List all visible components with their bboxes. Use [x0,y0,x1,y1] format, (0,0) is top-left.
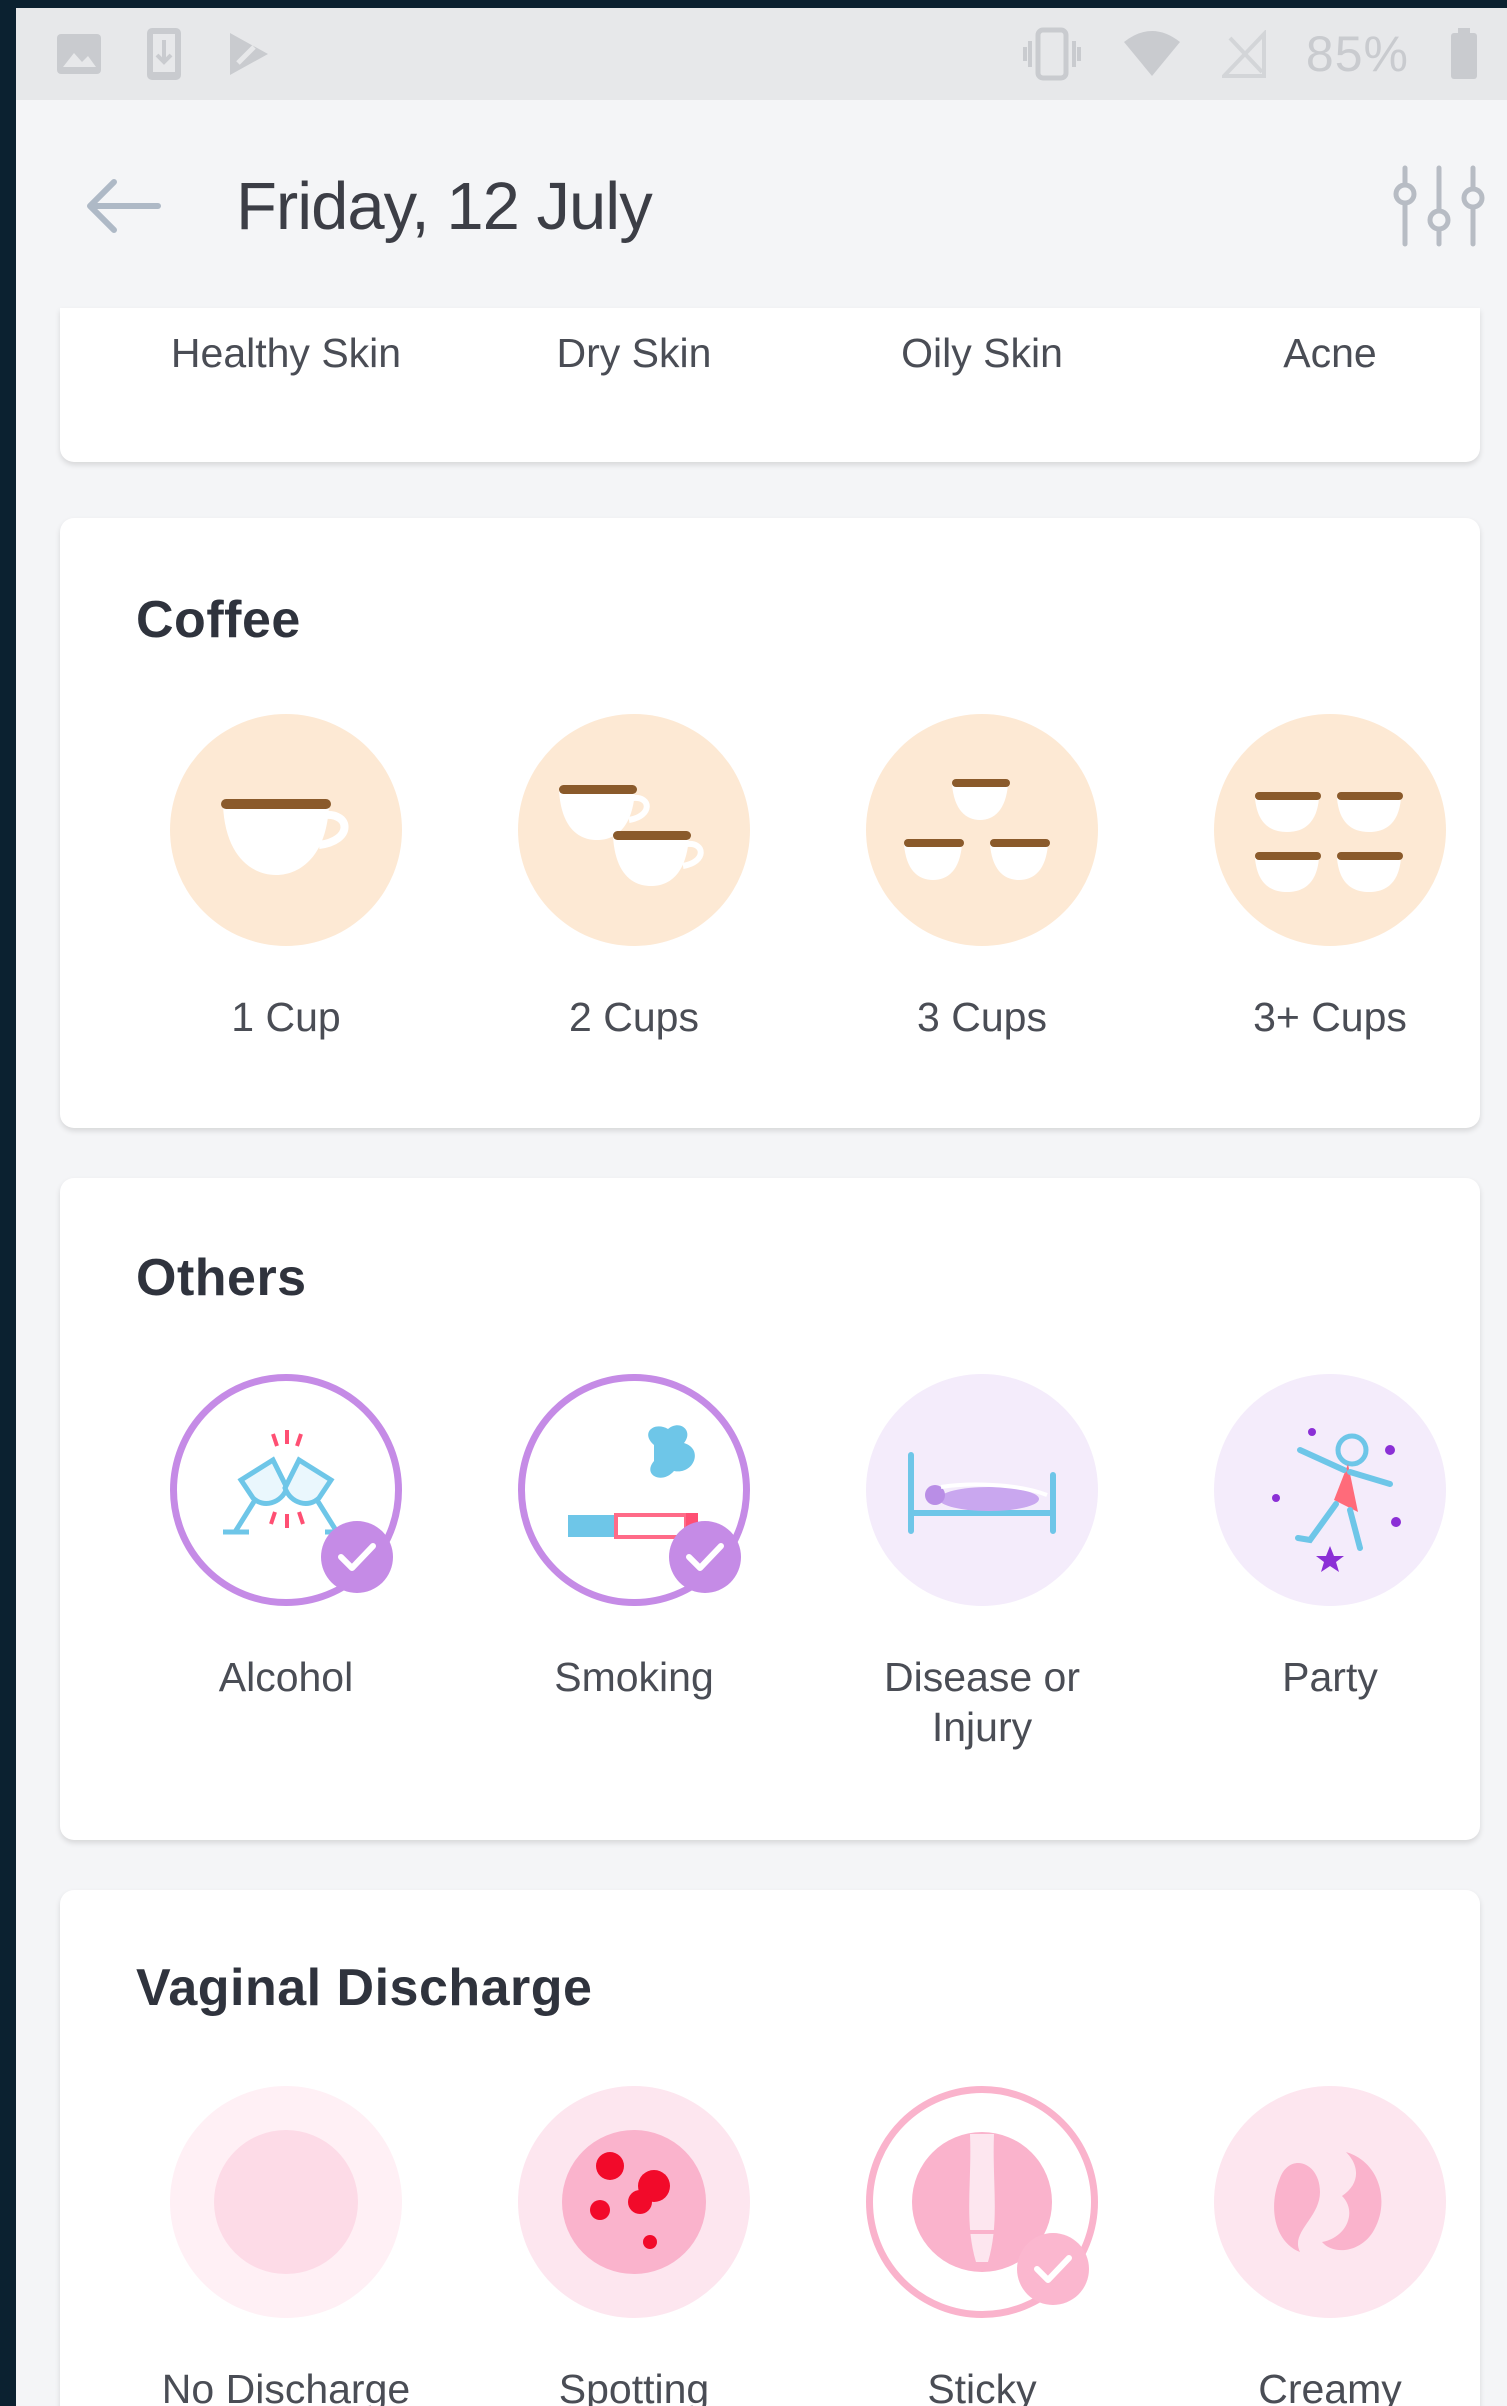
one-cup-icon [170,714,402,946]
others-card: Others Alcohol Smoking Disease or Injury… [60,1178,1480,1840]
two-cups-icon [518,714,750,946]
skin-option-acne[interactable]: Acne [1160,330,1500,377]
others-option-label: Smoking [554,1654,714,1700]
wifi-icon [1122,30,1182,78]
coffee-option-label: 2 Cups [569,994,699,1040]
selected-check-icon [669,1521,741,1593]
others-option-label: Disease or Injury [884,1654,1080,1750]
skin-option-oily[interactable]: Oily Skin [812,330,1152,377]
others-option-smoking[interactable]: Smoking [484,1374,784,1702]
spotting-icon [518,2086,750,2318]
others-option-label: Party [1282,1654,1378,1700]
phone-screen: 85% Friday, 12 July Healthy Skin Dry Ski… [16,8,1507,2406]
discharge-option-sticky[interactable]: Sticky [832,2086,1132,2406]
others-option-label: Alcohol [218,1654,354,1700]
app-bar: Friday, 12 July [16,100,1507,312]
coffee-option-label: 3+ Cups [1253,994,1407,1040]
sticky-icon [866,2086,1098,2318]
sick-bed-icon [866,1374,1098,1606]
dancer-icon [1214,1374,1446,1606]
gallery-notification-icon [54,29,104,79]
status-bar: 85% [16,8,1507,100]
cigarette-icon [518,1374,750,1606]
coffee-option-2-cups[interactable]: 2 Cups [484,714,784,1042]
vibrate-icon [1022,27,1082,81]
download-notification-icon [144,26,184,82]
discharge-title: Vaginal Discharge [136,1959,593,2017]
skin-option-dry[interactable]: Dry Skin [464,330,804,377]
discharge-option-creamy[interactable]: Creamy [1180,2086,1480,2406]
others-option-disease-injury[interactable]: Disease or Injury [832,1374,1132,1752]
coffee-option-1-cup[interactable]: 1 Cup [136,714,436,1042]
page-title: Friday, 12 July [236,168,653,244]
discharge-option-label: Creamy [1258,2366,1402,2406]
discharge-option-label: Sticky [927,2366,1037,2406]
discharge-option-label: No Discharge [161,2366,411,2406]
discharge-option-label: Spotting [558,2366,710,2406]
coffee-option-3-cups[interactable]: 3 Cups [832,714,1132,1042]
filter-settings-icon[interactable] [1391,156,1487,256]
coffee-card: Coffee 1 Cup 2 Cups 3 Cups 3+ Cups [60,518,1480,1128]
others-option-party[interactable]: Party [1180,1374,1480,1702]
discharge-option-spotting[interactable]: Spotting [484,2086,784,2406]
coffee-option-more-cups[interactable]: 3+ Cups [1180,714,1480,1042]
discharge-option-none[interactable]: No Discharge [136,2086,436,2406]
battery-percentage: 85% [1305,26,1409,82]
battery-icon [1449,28,1479,80]
no-signal-icon [1221,30,1266,78]
others-option-alcohol[interactable]: Alcohol [136,1374,436,1702]
skin-card: Healthy Skin Dry Skin Oily Skin Acne [60,308,1480,462]
coffee-option-label: 1 Cup [231,994,341,1040]
play-store-notification-icon [224,29,274,79]
selected-check-icon [1017,2233,1089,2305]
coffee-option-label: 3 Cups [917,994,1047,1040]
more-cups-icon [1214,714,1446,946]
discharge-card: Vaginal Discharge No Discharge Spotting … [60,1890,1480,2406]
skin-option-healthy[interactable]: Healthy Skin [116,330,456,377]
creamy-icon [1214,2086,1446,2318]
three-cups-icon [866,714,1098,946]
wine-glasses-icon [170,1374,402,1606]
no-discharge-icon [170,2086,402,2318]
others-title: Others [136,1249,307,1307]
selected-check-icon [321,1521,393,1593]
coffee-title: Coffee [136,591,301,649]
back-arrow-icon[interactable] [80,176,164,236]
